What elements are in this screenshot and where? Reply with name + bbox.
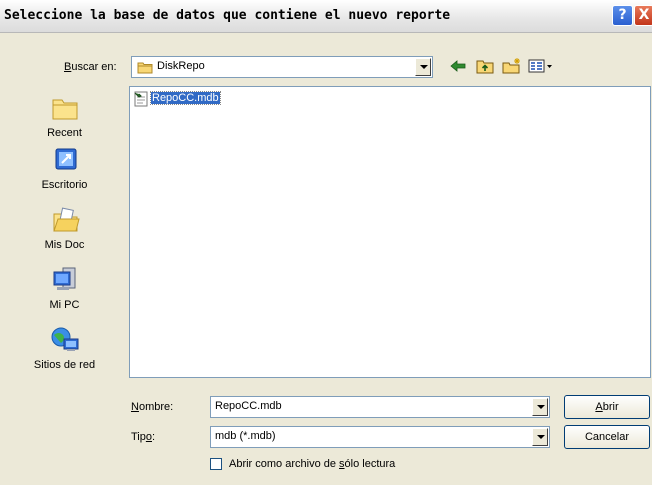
place-label: Escritorio xyxy=(41,179,88,191)
look-in-combo[interactable]: DiskRepo xyxy=(131,56,433,78)
look-in-label: Buscar en: xyxy=(64,61,117,73)
filetype-label: Tipo: xyxy=(131,431,156,443)
filetype-select[interactable]: mdb (*.mdb) xyxy=(210,426,550,448)
file-list[interactable]: RepoCC.mdb xyxy=(129,86,651,378)
place-label: Sitios de red xyxy=(33,359,96,371)
recent-folder-icon xyxy=(52,99,77,120)
database-file-icon xyxy=(134,91,148,107)
new-folder-icon[interactable] xyxy=(502,57,522,74)
title-bar: Seleccione la base de datos que contiene… xyxy=(0,0,652,33)
look-in-value: DiskRepo xyxy=(157,60,205,72)
place-recent[interactable]: Recent xyxy=(8,94,121,139)
open-button[interactable]: Abrir xyxy=(564,395,650,419)
views-menu-icon[interactable] xyxy=(528,59,554,73)
place-label: Mi PC xyxy=(49,299,80,311)
window-title: Seleccione la base de datos que contiene… xyxy=(4,8,451,23)
place-network[interactable]: Sitios de red xyxy=(8,326,121,371)
my-computer-icon xyxy=(53,267,75,290)
my-documents-icon xyxy=(52,207,80,232)
filename-label: Nombre: xyxy=(131,401,174,413)
up-folder-icon[interactable] xyxy=(476,58,494,74)
look-in-dropdown-button[interactable] xyxy=(415,58,431,76)
close-button[interactable]: X xyxy=(634,5,652,26)
filename-input[interactable]: RepoCC.mdb xyxy=(210,396,550,418)
readonly-checkbox[interactable] xyxy=(210,458,222,470)
filetype-value: mdb (*.mdb) xyxy=(215,430,276,442)
file-name: RepoCC.mdb xyxy=(150,91,221,105)
filename-value: RepoCC.mdb xyxy=(215,400,282,412)
cancel-button[interactable]: Cancelar xyxy=(564,425,650,449)
readonly-label: Abrir como archivo de sólo lectura xyxy=(229,458,396,470)
help-button[interactable]: ? xyxy=(612,5,633,26)
place-label: Recent xyxy=(47,127,82,139)
filetype-dropdown-button[interactable] xyxy=(532,428,548,446)
place-desktop[interactable]: Escritorio xyxy=(8,146,121,191)
back-arrow-icon[interactable] xyxy=(450,59,466,73)
network-places-icon xyxy=(51,327,78,351)
folder-icon xyxy=(137,62,153,74)
place-my-computer[interactable]: Mi PC xyxy=(8,266,121,311)
desktop-icon xyxy=(55,148,76,170)
place-my-documents[interactable]: Mis Doc xyxy=(8,206,121,251)
place-label: Mis Doc xyxy=(44,239,85,251)
filename-dropdown-button[interactable] xyxy=(532,398,548,416)
places-bar: Recent Escritorio Mis Doc Mi PC Sitios d… xyxy=(8,86,121,378)
